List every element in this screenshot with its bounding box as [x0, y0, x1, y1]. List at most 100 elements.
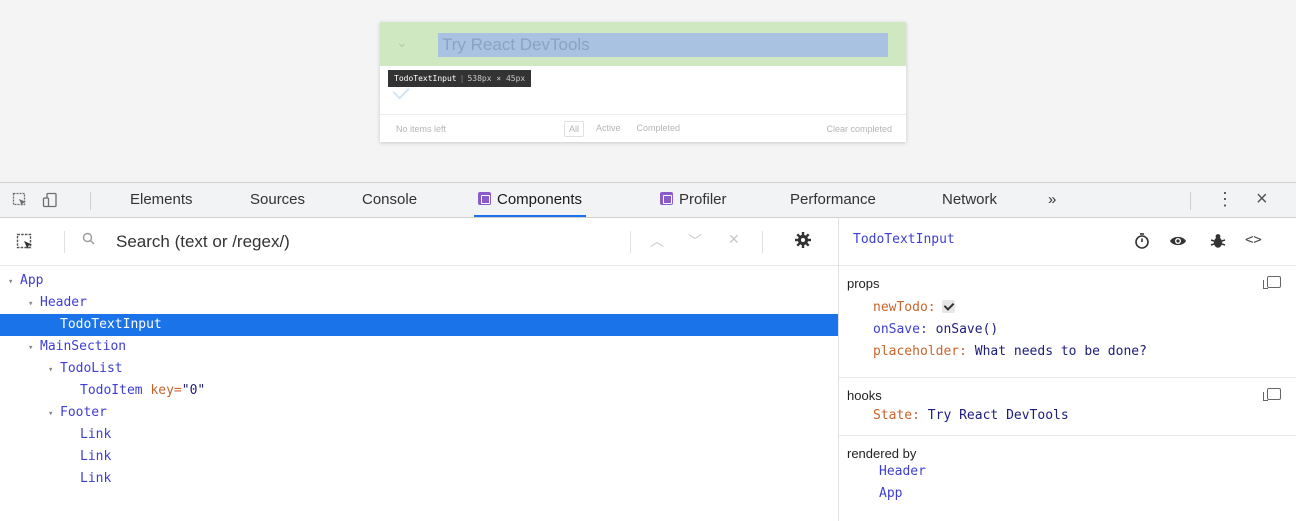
close-icon[interactable]: ×: [1256, 188, 1268, 211]
prop-onsave: onSave: onSave(): [873, 322, 999, 337]
component-name: Header: [40, 295, 87, 310]
inspect-element-icon[interactable]: [12, 192, 28, 208]
filter-completed-link[interactable]: Completed: [633, 121, 685, 137]
divider: [762, 231, 763, 253]
component-name: App: [20, 273, 44, 288]
prop-value-checkbox[interactable]: [941, 300, 955, 313]
tree-row[interactable]: TodoItem key="0": [0, 380, 838, 402]
todo-filters: All Active Completed: [564, 121, 684, 137]
tree-row[interactable]: Link: [0, 468, 838, 490]
filter-active-link[interactable]: Active: [592, 121, 625, 137]
inspector-header: TodoTextInput <>: [839, 218, 1296, 266]
copy-icon[interactable]: [1263, 276, 1281, 289]
next-result-button[interactable]: ﹀: [688, 231, 702, 251]
component-name: Link: [80, 449, 112, 464]
tree-row[interactable]: ▾ TodoList: [0, 358, 838, 380]
rendered-by-section: rendered by Header App: [839, 436, 1296, 521]
todo-footer: No items left All Active Completed Clear…: [380, 114, 906, 142]
hook-value[interactable]: Try React DevTools: [928, 408, 1069, 423]
search-icon: [82, 232, 95, 248]
component-name: TodoList: [60, 361, 123, 376]
prop-key: newTodo: [873, 300, 928, 315]
tree-row[interactable]: Link: [0, 446, 838, 468]
component-tree: ▾ App ▾ Header TodoTextInput ▾ MainSection ▾ Tod…: [0, 270, 838, 490]
prop-placeholder: placeholder: What needs to be done?: [873, 344, 1147, 359]
toolbar-divider: [1190, 192, 1191, 210]
inspector-pane: TodoTextInput <> props newTodo: onSave: …: [838, 218, 1296, 521]
search-input[interactable]: [116, 228, 616, 256]
new-todo-input[interactable]: Try React DevTools: [438, 33, 888, 57]
tab-elements[interactable]: Elements: [130, 183, 193, 217]
divider: [630, 231, 631, 253]
react-badge-icon: [660, 192, 673, 205]
expand-arrow-icon[interactable]: ▾: [48, 403, 60, 425]
search-bar: ︿ ﹀ ✕: [0, 218, 838, 266]
eye-icon[interactable]: [1169, 232, 1187, 250]
tree-row[interactable]: ▾ Footer: [0, 402, 838, 424]
inspect-icon[interactable]: [16, 233, 34, 251]
hooks-section: hooks State: Try React DevTools: [839, 378, 1296, 436]
owner-link[interactable]: App: [879, 486, 902, 501]
react-badge-icon: [478, 192, 491, 205]
rendered-by-title: rendered by: [847, 446, 917, 461]
hooks-title: hooks: [847, 388, 882, 403]
prop-value[interactable]: What needs to be done?: [975, 344, 1147, 359]
hook-state: State: Try React DevTools: [873, 408, 1069, 423]
expand-arrow-icon[interactable]: ▾: [28, 293, 40, 315]
component-name: MainSection: [40, 339, 127, 354]
tab-components[interactable]: Components: [473, 183, 587, 217]
tab-sources[interactable]: Sources: [250, 183, 305, 217]
components-tree-pane: ︿ ﹀ ✕ ▾App▾HeaderTodoTextInput▾MainSecti…: [0, 218, 838, 521]
tree-row[interactable]: Link: [0, 424, 838, 446]
inspect-tooltip: TodoTextInput | 538px × 45px: [388, 70, 532, 87]
bug-icon[interactable]: [1209, 232, 1227, 250]
prop-newtodo: newTodo:: [873, 300, 955, 315]
clear-search-button[interactable]: ✕: [728, 231, 740, 248]
kebab-menu-icon[interactable]: ⋮: [1216, 189, 1234, 210]
view-source-icon[interactable]: <>: [1245, 232, 1263, 250]
selected-component-name: TodoTextInput: [853, 232, 955, 247]
prop-value[interactable]: onSave(): [936, 322, 999, 337]
tree-row[interactable]: TodoTextInput: [0, 314, 838, 336]
tab-components-label: Components: [497, 191, 583, 208]
tab-network[interactable]: Network: [942, 183, 997, 217]
copy-icon[interactable]: [1263, 388, 1281, 401]
expand-arrow-icon[interactable]: ▾: [28, 337, 40, 359]
tab-console[interactable]: Console: [362, 183, 417, 217]
todo-header-highlight: ⌄ Try React DevTools: [380, 22, 906, 66]
tab-profiler-label: Profiler: [679, 191, 727, 208]
items-left-count: No items left: [396, 124, 447, 134]
hook-key: State: [873, 408, 913, 423]
component-name: Link: [80, 471, 112, 486]
component-name: TodoTextInput: [60, 317, 162, 332]
prop-key: onSave: [873, 322, 920, 337]
expand-arrow-icon[interactable]: ▾: [48, 359, 60, 381]
todo-app: ⌄ Try React DevTools TodoTextInput | 538px…: [380, 22, 906, 142]
component-name: Link: [80, 427, 112, 442]
devtools-tab-bar: Elements Sources Console Components Prof…: [0, 182, 1296, 218]
key-attr: key=: [142, 383, 182, 398]
timer-icon[interactable]: [1133, 232, 1151, 250]
settings-icon[interactable]: [794, 231, 812, 249]
tree-row[interactable]: ▾ MainSection: [0, 336, 838, 358]
tooltip-size: 538px × 45px: [467, 74, 526, 83]
previous-result-button[interactable]: ︿: [650, 231, 664, 251]
props-title: props: [847, 276, 880, 291]
component-name: Footer: [60, 405, 107, 420]
key-value: "0": [181, 383, 206, 398]
expand-arrow-icon[interactable]: ▾: [8, 271, 20, 293]
clear-completed-button[interactable]: Clear completed: [826, 124, 892, 134]
tooltip-component-name: TodoTextInput: [394, 74, 457, 83]
toggle-all-icon[interactable]: ⌄: [396, 34, 408, 51]
toolbar-divider: [90, 192, 91, 210]
tree-row[interactable]: ▾ Header: [0, 292, 838, 314]
device-toggle-icon[interactable]: [42, 192, 58, 208]
tab-profiler[interactable]: Profiler: [660, 183, 727, 217]
divider: [64, 231, 65, 253]
more-tabs-button[interactable]: »: [1048, 183, 1056, 217]
owner-link[interactable]: Header: [879, 464, 926, 479]
tree-row[interactable]: ▾ App: [0, 270, 838, 292]
tab-performance[interactable]: Performance: [790, 183, 876, 217]
app-preview: ⌄ Try React DevTools TodoTextInput | 538px…: [0, 0, 1296, 182]
filter-all-link[interactable]: All: [564, 121, 585, 137]
